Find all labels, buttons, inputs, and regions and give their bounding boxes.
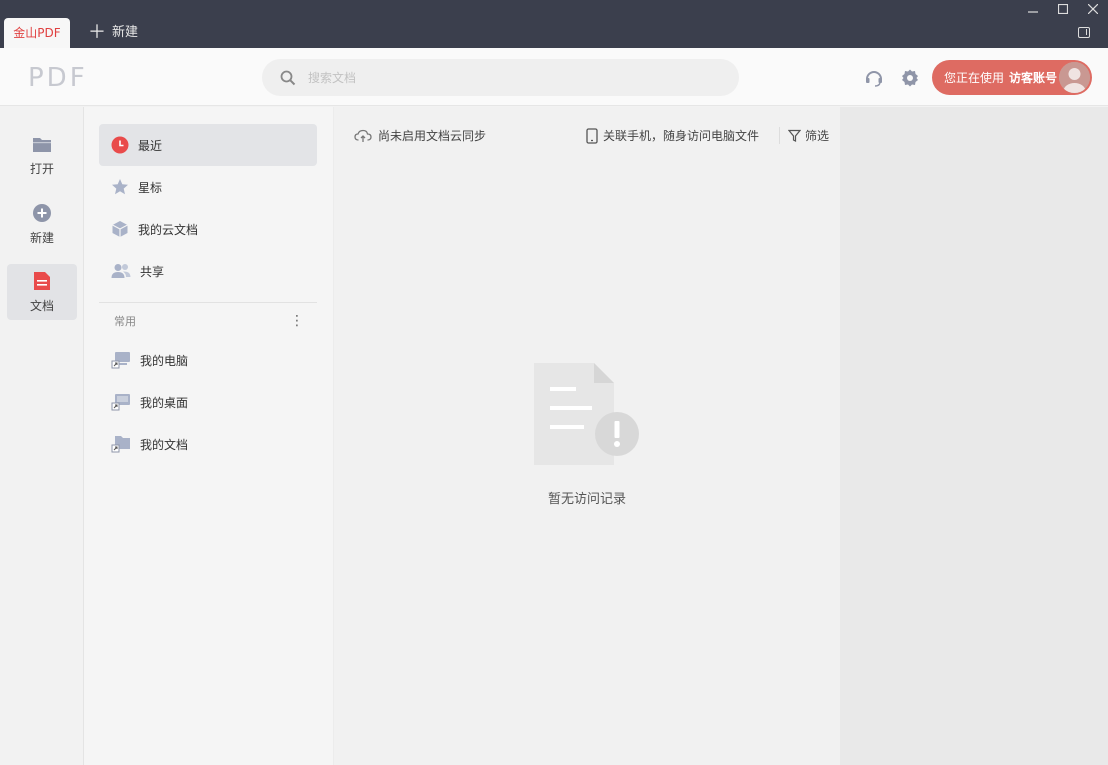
star-icon — [112, 179, 128, 195]
nav-item-label: 我的文档 — [140, 437, 189, 452]
user-avatar-icon — [1059, 62, 1090, 93]
close-icon — [1088, 4, 1098, 14]
nav-item-cloud-docs[interactable]: 我的云文档 — [99, 208, 317, 250]
right-panel-background — [840, 107, 1108, 765]
search-box[interactable] — [262, 59, 739, 96]
nav-item-label: 共享 — [140, 264, 165, 279]
settings-button[interactable] — [900, 68, 920, 88]
nav-item-recent[interactable]: 最近 — [99, 124, 317, 166]
rail-open[interactable]: 打开 — [7, 128, 77, 184]
document-icon — [34, 271, 50, 290]
desktop-shortcut-icon — [111, 394, 130, 411]
nav-item-my-documents[interactable]: 我的文档 — [99, 423, 317, 465]
people-icon — [111, 264, 131, 278]
new-tab-label: 新建 — [112, 25, 139, 40]
link-phone-text: 关联手机，随身访问电脑文件 — [603, 129, 760, 143]
minimize-icon — [1028, 11, 1038, 13]
clock-icon — [111, 136, 129, 154]
nav-item-starred[interactable]: 星标 — [99, 166, 317, 208]
cloud-sync-text: 尚未启用文档云同步 — [378, 129, 487, 143]
search-input[interactable] — [308, 70, 688, 85]
more-options-button[interactable]: ⋮ — [290, 313, 304, 329]
gear-icon — [902, 69, 918, 87]
folder-icon — [33, 137, 51, 152]
plus-circle-icon — [33, 203, 51, 222]
rail-documents-label: 文档 — [29, 298, 54, 313]
pdf-logo: PDF — [28, 63, 88, 93]
filter-icon — [788, 129, 801, 142]
empty-document-icon — [534, 363, 639, 465]
rail-documents[interactable]: 文档 — [7, 264, 77, 320]
title-bar: 金山PDF ＋ 新建 — [0, 0, 1108, 48]
maximize-button[interactable] — [1048, 0, 1078, 18]
folder-shortcut-icon — [111, 436, 130, 453]
nav-section-common: 常用 — [114, 315, 136, 328]
nav-item-label: 我的电脑 — [140, 353, 189, 368]
nav-item-my-computer[interactable]: 我的电脑 — [99, 339, 317, 381]
close-button[interactable] — [1078, 0, 1108, 18]
nav-item-label: 我的桌面 — [140, 395, 189, 410]
nav-item-label: 最近 — [138, 138, 163, 153]
plus-icon: ＋ — [88, 22, 106, 43]
cloud-sync-icon — [354, 129, 372, 142]
headset-icon — [866, 71, 882, 87]
app-header: PDF 您正在使用 访客账号 — [0, 48, 1108, 106]
minimize-button[interactable] — [1018, 0, 1048, 18]
account-prefix: 您正在使用 — [944, 71, 1005, 85]
computer-shortcut-icon — [111, 352, 130, 369]
left-rail: 打开 新建 文档 — [0, 107, 84, 765]
nav-item-shared[interactable]: 共享 — [99, 250, 317, 292]
account-button[interactable]: 您正在使用 访客账号 — [932, 60, 1092, 95]
support-button[interactable] — [864, 68, 884, 88]
cloud-sync-link[interactable]: 尚未启用文档云同步 — [354, 127, 486, 144]
nav-item-label: 我的云文档 — [138, 222, 199, 237]
filter-label: 筛选 — [805, 129, 830, 143]
account-name: 访客账号 — [1009, 71, 1058, 85]
cloud-box-icon — [112, 221, 128, 237]
main-content: 尚未启用文档云同步 关联手机，随身访问电脑文件 筛选 暂无访问记录 — [334, 107, 840, 765]
filter-button[interactable]: 筛选 — [779, 127, 829, 144]
rail-open-label: 打开 — [29, 161, 54, 176]
new-tab-button[interactable]: ＋ 新建 — [88, 22, 138, 44]
rail-new-label: 新建 — [29, 230, 54, 245]
nav-item-my-desktop[interactable]: 我的桌面 — [99, 381, 317, 423]
search-icon — [280, 70, 296, 85]
maximize-icon — [1058, 4, 1068, 14]
rail-new[interactable]: 新建 — [7, 196, 77, 252]
phone-icon — [586, 127, 598, 144]
nav-panel: 最近 星标 我的云文档 共享 常用 ⋮ 我的电脑 我的桌面 我的文档 — [84, 107, 334, 765]
empty-state-message: 暂无访问记录 — [547, 492, 626, 507]
nav-divider — [99, 302, 317, 303]
tab-jinshan-pdf[interactable]: 金山PDF — [4, 18, 70, 48]
panel-toggle-icon[interactable] — [1078, 27, 1090, 38]
link-phone-button[interactable]: 关联手机，随身访问电脑文件 — [586, 127, 759, 144]
nav-item-label: 星标 — [138, 180, 163, 195]
avatar[interactable] — [1059, 62, 1090, 93]
